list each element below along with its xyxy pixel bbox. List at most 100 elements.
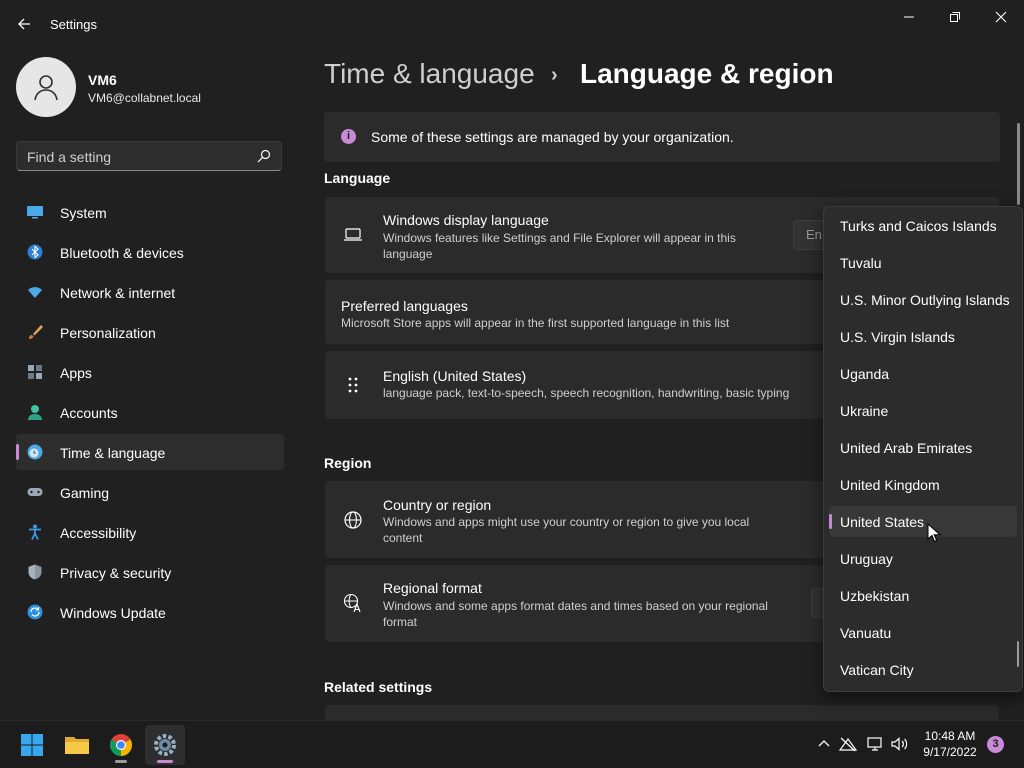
breadcrumb-parent[interactable]: Time & language [324,58,535,90]
volume-icon [891,737,908,751]
dropdown-option[interactable]: Uruguay [829,543,1017,574]
sidebar-item-label: System [60,205,107,221]
country-dropdown-list[interactable]: Turks and Caicos Islands Tuvalu U.S. Min… [823,206,1023,692]
dropdown-option-label: Uzbekistan [840,588,910,604]
dropdown-option-label: Turks and Caicos Islands [840,218,997,234]
managed-banner: i Some of these settings are managed by … [324,112,1000,162]
selected-indicator [829,514,832,529]
dropdown-option-selected[interactable]: United States [829,506,1017,537]
sidebar-item-apps[interactable]: Apps [16,354,284,390]
clock-time[interactable]: 10:48 AM [918,729,982,743]
sidebar-item-label: Network & internet [60,285,176,301]
network-off-icon [839,737,857,752]
tray-display[interactable] [866,735,884,753]
sidebar-item-privacy[interactable]: Privacy & security [16,554,284,590]
start-icon [21,734,43,756]
sidebar-nav: System Bluetooth & devices Network & int… [16,194,284,634]
shield-icon [28,564,42,580]
sidebar-item-label: Accounts [60,405,118,421]
language-format-icon [343,593,361,613]
active-indicator [16,444,19,460]
sidebar-item-label: Privacy & security [60,565,172,581]
sidebar-item-system[interactable]: System [16,194,284,230]
file-explorer-icon [65,737,89,754]
sidebar-item-label: Bluetooth & devices [60,245,184,261]
page-scrollbar[interactable] [1017,123,1020,205]
dropdown-option[interactable]: U.S. Minor Outlying Islands [829,284,1017,315]
drag-handle-icon[interactable] [343,375,363,395]
user-icon [34,75,58,101]
page-title: Language & region [580,58,834,89]
sidebar-item-accessibility[interactable]: Accessibility [16,514,284,550]
breadcrumb-separator: › [551,64,558,86]
card-description: Windows features like Settings and File … [383,231,736,261]
dropdown-option-label: U.S. Virgin Islands [840,329,955,345]
taskbar [0,720,1024,768]
close-button[interactable] [978,6,1024,28]
tray-network[interactable] [839,735,857,753]
dropdown-option[interactable]: United Kingdom [829,469,1017,500]
avatar[interactable] [16,57,76,117]
notification-badge[interactable]: 3 [987,736,1004,753]
dropdown-option[interactable]: Uganda [829,358,1017,389]
mouse-cursor-icon [927,523,941,543]
restore-button[interactable] [932,6,978,28]
dropdown-scrollbar[interactable] [1017,641,1019,667]
dropdown-option-label: U.S. Minor Outlying Islands [840,292,1010,308]
chrome-icon [110,734,132,756]
bluetooth-icon [27,244,43,260]
card-description: Windows and some apps format dates and t… [383,599,768,629]
search-input[interactable]: Find a setting [16,141,282,171]
display-icon [867,737,882,751]
minimize-button[interactable] [886,6,932,28]
sidebar-item-label: Gaming [60,485,110,501]
sidebar-item-label: Personalization [60,325,156,341]
tray-volume[interactable] [891,735,909,753]
clock-date[interactable]: 9/17/2022 [918,745,982,759]
dropdown-option[interactable]: Uzbekistan [829,580,1017,611]
accounts-icon [28,405,42,420]
sidebar-item-windows-update[interactable]: Windows Update [16,594,284,630]
title-bar: Settings [0,0,1024,48]
sidebar-item-time-language[interactable]: Time & language [16,434,284,470]
dropdown-option[interactable]: Ukraine [829,395,1017,426]
back-arrow-icon [18,18,30,30]
dropdown-option[interactable]: Tuvalu [829,247,1017,278]
clock-globe-icon [27,444,43,460]
dropdown-option-label: United States [840,514,925,530]
related-settings-card[interactable] [325,705,999,720]
minimize-icon [904,16,914,18]
accessibility-icon [29,524,41,540]
taskbar-chrome[interactable] [101,725,141,765]
dropdown-option[interactable]: Turks and Caicos Islands [829,210,1017,241]
dropdown-option[interactable]: U.S. Virgin Islands [829,321,1017,352]
show-hidden-icons[interactable] [815,735,833,753]
dropdown-option[interactable]: Vatican City [829,654,1017,685]
search-icon [257,149,271,163]
sidebar-item-gaming[interactable]: Gaming [16,474,284,510]
active-app-indicator [157,760,173,763]
back-button[interactable] [12,12,36,36]
dropdown-option-label: Uruguay [840,551,893,567]
sidebar-item-network[interactable]: Network & internet [16,274,284,310]
sidebar-item-label: Time & language [60,445,166,461]
dropdown-option-label: Vatican City [840,662,914,678]
running-indicator [115,760,127,763]
taskbar-settings[interactable] [145,725,185,765]
card-title: English (United States) [383,368,527,384]
taskbar-file-explorer[interactable] [57,725,97,765]
sidebar-item-personalization[interactable]: Personalization [16,314,284,350]
wifi-icon [28,287,42,298]
laptop-icon [344,228,362,241]
start-button[interactable] [12,725,52,765]
sidebar-item-label: Accessibility [60,525,137,541]
card-description: Windows and apps might use your country … [383,515,750,545]
gamepad-icon [27,488,43,496]
user-name: VM6 [88,72,117,88]
sidebar-item-bluetooth[interactable]: Bluetooth & devices [16,234,284,270]
sidebar-item-accounts[interactable]: Accounts [16,394,284,430]
dropdown-option[interactable]: Vanuatu [829,617,1017,648]
dropdown-option-label: Tuvalu [840,255,882,271]
dropdown-option-label: Uganda [840,366,890,382]
dropdown-option[interactable]: United Arab Emirates [829,432,1017,463]
